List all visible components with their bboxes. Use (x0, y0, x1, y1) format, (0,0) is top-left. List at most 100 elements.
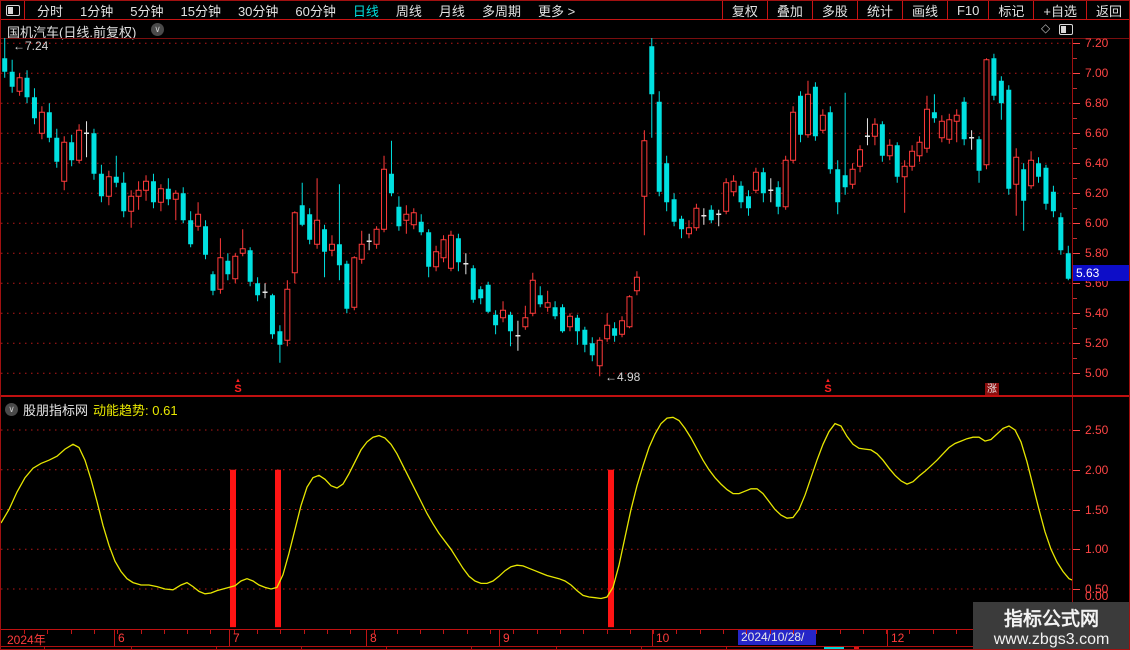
axis-tick (1073, 163, 1080, 165)
timeline-tick (583, 630, 585, 634)
action-button[interactable]: 统计 (856, 1, 902, 20)
period-tab[interactable]: 分时 (37, 1, 63, 20)
period-tab[interactable]: 15分钟 (180, 1, 220, 20)
timeline-tick (629, 630, 631, 634)
timeline-month-separator (887, 630, 888, 646)
axis-tick-minor (1073, 118, 1077, 120)
window-layout-button[interactable] (1, 1, 25, 20)
axis-tick (1073, 430, 1080, 431)
axis-tick-minor (1073, 358, 1077, 360)
watermark-title: 指标公式网 (1003, 609, 1099, 630)
indicator-header: ∨ 股朋指标网 动能趋势: 0.61 (5, 400, 178, 419)
period-tab[interactable]: 5分钟 (130, 1, 163, 20)
axis-tick-minor (1073, 88, 1077, 90)
axis-tick (1073, 193, 1080, 195)
timeline-tick (280, 630, 282, 634)
price-axis-label: 5.80 (1085, 246, 1109, 261)
period-tab[interactable]: 1分钟 (80, 1, 113, 20)
action-button[interactable]: 多股 (811, 1, 857, 20)
timeline-tick (792, 630, 794, 634)
price-axis-label: 6.60 (1085, 126, 1109, 141)
axis-tick (1073, 133, 1080, 135)
timeline-tick (350, 630, 352, 634)
split-window-icon[interactable] (1059, 24, 1073, 35)
action-button[interactable]: 返回 (1085, 1, 1129, 20)
indicator-name: 动能趋势: (93, 403, 149, 418)
period-tab[interactable]: 日线 (353, 1, 379, 20)
action-button[interactable]: F10 (946, 1, 988, 20)
timeline-tick (93, 630, 95, 634)
price-axis-label: 5.20 (1085, 336, 1109, 351)
timeline-tick (443, 630, 445, 634)
timeline-axis[interactable]: 2024/10/28/— 2024年67891012 (1, 630, 1129, 649)
period-tab[interactable]: 月线 (439, 1, 465, 20)
panel-divider (1, 395, 1129, 397)
chevron-down-icon[interactable]: ∨ (5, 403, 18, 416)
split-window-icon (5, 4, 20, 16)
timeline-tick (559, 630, 561, 634)
timeline-tick (932, 630, 934, 634)
axis-tick (1073, 253, 1080, 255)
period-tab[interactable]: 多周期 (482, 1, 521, 20)
price-axis-label: 7.20 (1085, 36, 1109, 51)
axis-tick-minor (1073, 148, 1077, 150)
timeline-tick (816, 630, 818, 634)
timeline-month-separator (114, 630, 115, 646)
period-tab[interactable]: 周线 (396, 1, 422, 20)
timeline-tick (676, 630, 678, 634)
period-tab[interactable]: 更多 > (538, 1, 575, 20)
period-tab[interactable]: 60分钟 (295, 1, 335, 20)
chevron-down-icon[interactable]: ∨ (151, 23, 164, 36)
axis-tick (1073, 43, 1080, 45)
timeline-tick (70, 630, 72, 634)
indicator-axis-label: 2.00 (1085, 462, 1109, 477)
timeline-tick (257, 630, 258, 634)
chart-title-row: 国机汽车(日线.前复权) ∨ ◇ (1, 21, 1129, 40)
timeline-label: 7 (233, 631, 240, 645)
timeline-tick (47, 630, 49, 634)
timeline-tick (699, 630, 701, 634)
period-tab[interactable]: 30分钟 (238, 1, 278, 20)
period-tabs: 分时 1分钟 5分钟 15分钟 30分钟 60分钟 日线 周线 月线 多周期 更多 > (25, 1, 575, 20)
trading-app-window: 分时 1分钟 5分钟 15分钟 30分钟 60分钟 日线 周线 月线 多周期 更多 > 复权 叠加 多股… (0, 0, 1130, 650)
timeline-tick (513, 630, 515, 634)
timeline-tick (653, 630, 655, 634)
timeline-tick (746, 630, 748, 634)
indicator-axis-label: 1.00 (1085, 542, 1109, 557)
indicator-axis-zero-label: 0.00 (1085, 589, 1109, 603)
timeline-month-separator (652, 630, 653, 646)
timeline-tick (862, 630, 864, 634)
action-button[interactable]: 标记 (988, 1, 1033, 20)
action-button[interactable]: 叠加 (766, 1, 812, 20)
timeline-tick (466, 630, 468, 634)
action-button[interactable]: 复权 (721, 1, 767, 20)
timeline-label: 8 (370, 631, 377, 645)
timeline-tick (909, 630, 911, 634)
axis-tick-minor (1073, 238, 1077, 240)
axis-tick (1073, 373, 1080, 375)
axis-tick-minor (1073, 58, 1077, 60)
axis-tick (1073, 103, 1080, 105)
axis-tick-minor (1073, 298, 1077, 300)
timeline-label: 12 (891, 631, 905, 645)
timeline-tick (326, 630, 328, 634)
timeline-tick (163, 630, 165, 634)
axis-tick-minor (1073, 178, 1077, 180)
timeline-tick (723, 630, 724, 634)
axis-tick-minor (1073, 208, 1077, 210)
diamond-icon[interactable]: ◇ (1041, 21, 1050, 35)
price-axis-label: 5.00 (1085, 366, 1109, 381)
indicator-value: 0.61 (152, 403, 178, 418)
axis-tick (1073, 313, 1080, 315)
timeline-tick (303, 630, 305, 634)
action-button[interactable]: 画线 (901, 1, 947, 20)
indicator-chart[interactable] (1, 398, 1072, 629)
watermark: 指标公式网 www.zbgs3.com (973, 602, 1129, 649)
action-button[interactable]: +自选 (1033, 1, 1086, 20)
timeline-tick (490, 630, 491, 634)
s-glyph: S (234, 383, 242, 395)
candlestick-chart[interactable] (1, 38, 1072, 395)
price-axis-label: 6.40 (1085, 156, 1109, 171)
timeline-tick (606, 630, 608, 634)
indicator-axis-label: 1.50 (1085, 502, 1109, 517)
